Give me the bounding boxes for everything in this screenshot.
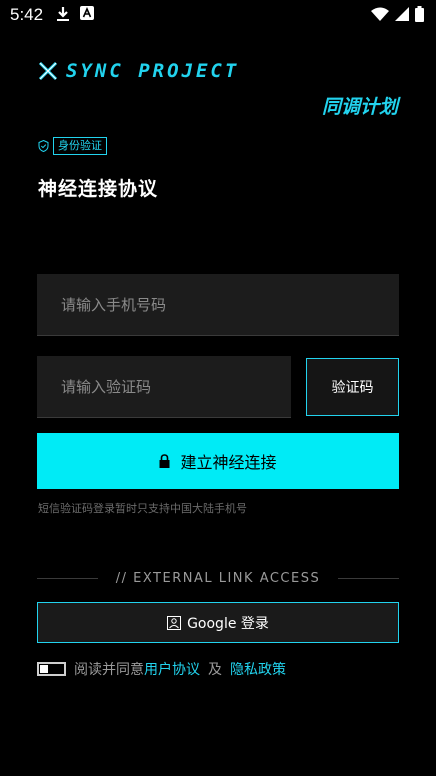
app-subtitle: 同调计划 <box>321 96 398 118</box>
user-agreement-link[interactable]: 用户协议 <box>144 659 200 679</box>
app-logo: SYNC PROJECT <box>38 60 239 82</box>
agreement-prefix: 阅读并同意 <box>74 662 144 678</box>
lock-icon <box>159 454 170 468</box>
code-field-container <box>37 356 291 418</box>
get-code-label: 验证码 <box>331 380 374 396</box>
divider-label: // EXTERNAL LINK ACCESS <box>115 570 321 586</box>
identity-badge: 身份验证 <box>53 137 107 155</box>
get-code-button[interactable]: 验证码 <box>306 358 399 416</box>
google-login-button[interactable]: Google 登录 <box>37 602 399 643</box>
connect-button[interactable]: 建立神经连接 <box>37 433 399 489</box>
shield-check-icon <box>38 140 49 152</box>
phone-input[interactable] <box>37 274 399 335</box>
download-icon <box>57 7 69 21</box>
agreement-toggle[interactable] <box>37 662 66 676</box>
battery-icon <box>415 6 424 22</box>
signal-icon <box>395 7 409 21</box>
page-title: 神经连接协议 <box>38 178 159 200</box>
sms-hint-text: 短信验证码登录暂时只支持中国大陆手机号 <box>38 502 247 515</box>
privacy-policy-link[interactable]: 隐私政策 <box>230 659 286 679</box>
divider-line-left <box>37 577 98 579</box>
a-icon <box>80 6 94 20</box>
user-icon <box>167 615 182 630</box>
phone-field-container <box>37 274 399 336</box>
toggle-knob <box>40 665 48 673</box>
wifi-icon <box>371 7 389 21</box>
connect-button-label: 建立神经连接 <box>180 453 277 472</box>
agreement-and: 及 <box>208 662 222 678</box>
sync-logo-icon <box>38 61 58 81</box>
external-access-divider: // EXTERNAL LINK ACCESS <box>37 570 399 586</box>
verification-badge-row: 身份验证 <box>38 137 107 155</box>
verification-code-input[interactable] <box>37 356 291 417</box>
google-login-label: Google 登录 <box>187 615 269 632</box>
status-time: 5:42 <box>10 5 44 24</box>
agreement-row: 阅读并同意 用户协议 及 隐私政策 <box>37 659 286 679</box>
status-bar: 5:42 <box>0 0 436 30</box>
divider-line-right <box>338 577 399 579</box>
logo-text: SYNC PROJECT <box>66 60 240 82</box>
